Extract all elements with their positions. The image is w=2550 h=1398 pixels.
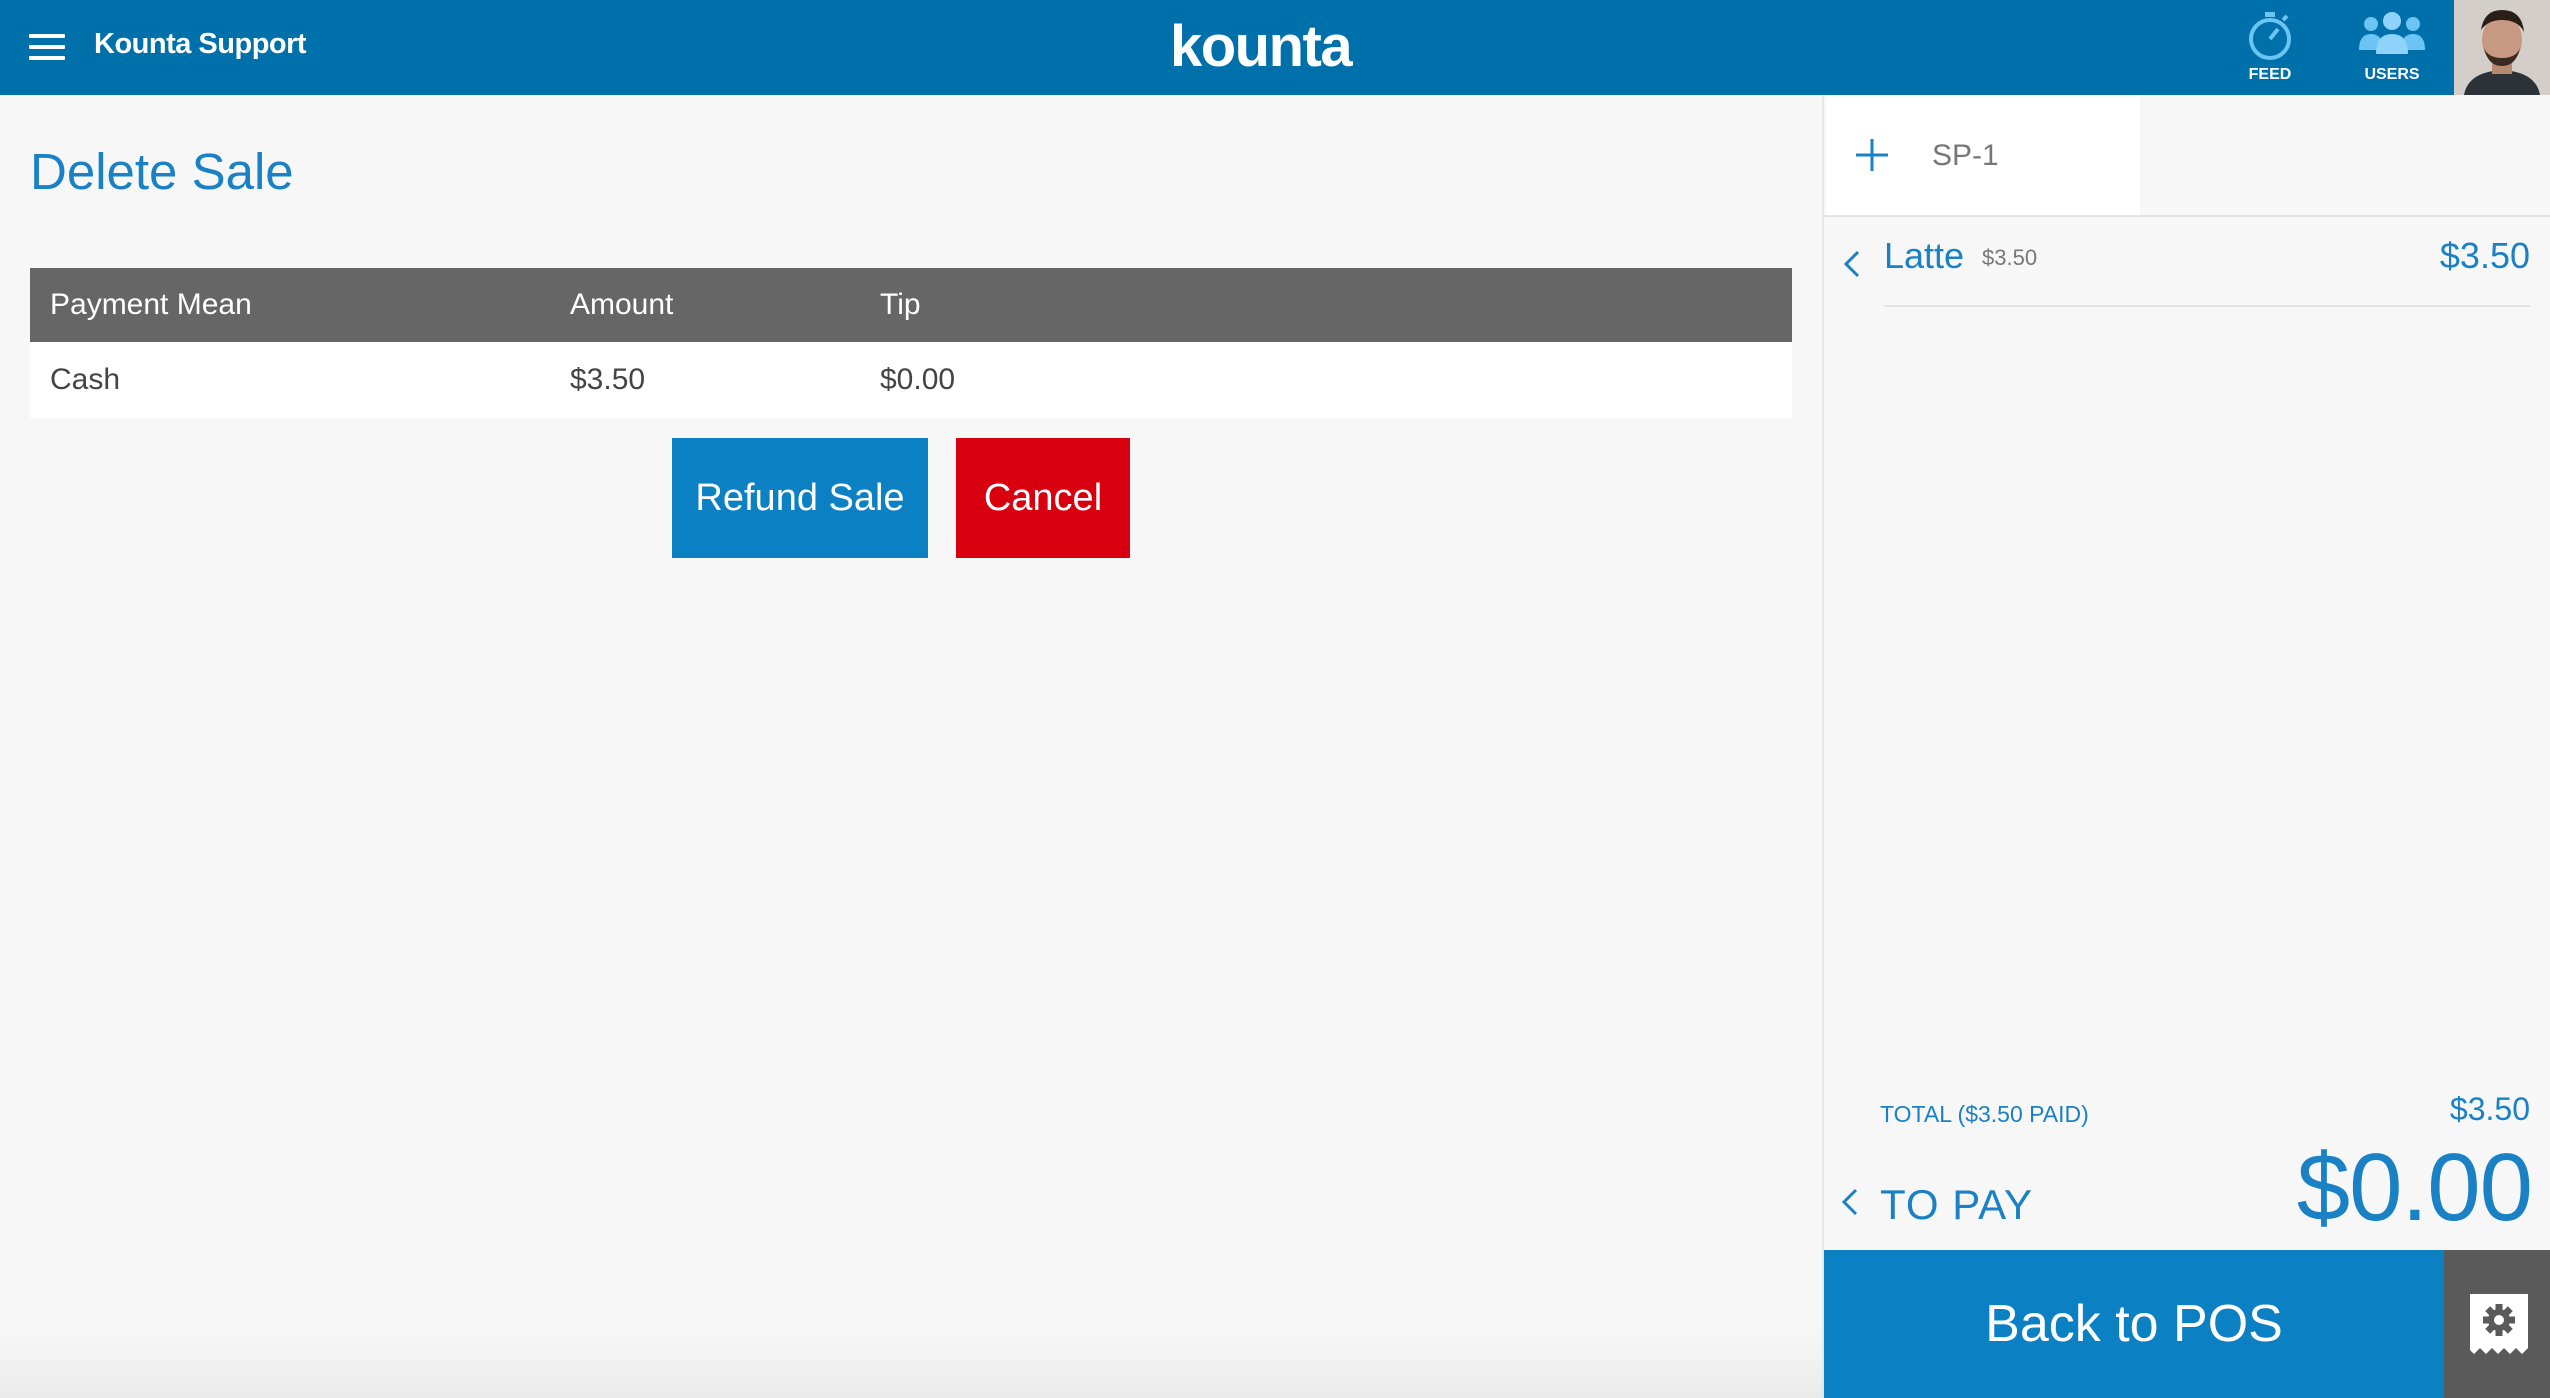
cell-amount: $3.50: [550, 342, 860, 418]
store-name: Kounta Support: [94, 28, 307, 60]
to-pay-value: $0.00: [2296, 1134, 2533, 1241]
chevron-left-icon[interactable]: [1840, 1187, 1860, 1217]
logo-text: kounta: [1170, 14, 1353, 79]
payments-table: Payment Mean Amount Tip Cash $3.50 $0.00: [30, 268, 1792, 418]
table-header-row: Payment Mean Amount Tip: [30, 268, 1792, 342]
chevron-left-icon[interactable]: [1842, 249, 1862, 279]
back-to-pos-button[interactable]: Back to POS: [1824, 1250, 2444, 1398]
sale-tab[interactable]: SP-1: [1826, 95, 2140, 215]
stopwatch-icon: [2249, 12, 2291, 60]
total-value: $3.50: [2449, 1091, 2530, 1127]
cell-payment-mean: Cash: [30, 342, 550, 418]
tab-divider: [1824, 215, 2550, 217]
column-header-tip: Tip: [860, 268, 1792, 342]
avatar[interactable]: [2454, 0, 2550, 95]
cell-tip: $0.00: [860, 342, 1792, 418]
bottom-shadow: [0, 1330, 1822, 1398]
cancel-button[interactable]: Cancel: [956, 438, 1130, 558]
item-divider: [1884, 305, 2530, 307]
users-label: USERS: [2364, 66, 2420, 83]
column-header-amount: Amount: [550, 268, 860, 342]
users-icon: [2359, 12, 2425, 54]
users-button[interactable]: USERS: [2342, 8, 2442, 88]
plus-icon[interactable]: [1854, 137, 1890, 173]
sale-panel: SP-1 Latte $3.50 $3.50 TOTAL ($3.50 PAID…: [1822, 95, 2550, 1398]
item-name: Latte: [1884, 235, 1965, 276]
avatar-image: [2454, 0, 2550, 95]
top-bar: Kounta Support kounta FEED USERS: [0, 0, 2550, 95]
kounta-logo: kounta: [1170, 12, 1353, 82]
menu-icon[interactable]: [29, 34, 65, 60]
item-unit-price: $3.50: [1982, 245, 2038, 270]
sale-id: SP-1: [1932, 139, 1999, 172]
feed-label: FEED: [2248, 66, 2292, 83]
page-title: Delete Sale: [30, 143, 294, 200]
line-item[interactable]: Latte $3.50 $3.50: [1824, 235, 2550, 325]
refund-sale-button[interactable]: Refund Sale: [672, 438, 928, 558]
total-label: TOTAL ($3.50 PAID): [1880, 1101, 2089, 1127]
column-header-payment-mean: Payment Mean: [30, 268, 550, 342]
gear-icon: [2470, 1294, 2528, 1354]
feed-button[interactable]: FEED: [2220, 8, 2320, 88]
to-pay-label: TO PAY: [1880, 1181, 2034, 1228]
settings-button[interactable]: [2444, 1250, 2550, 1398]
table-row: Cash $3.50 $0.00: [30, 342, 1792, 418]
item-line-total: $3.50: [2439, 235, 2530, 276]
